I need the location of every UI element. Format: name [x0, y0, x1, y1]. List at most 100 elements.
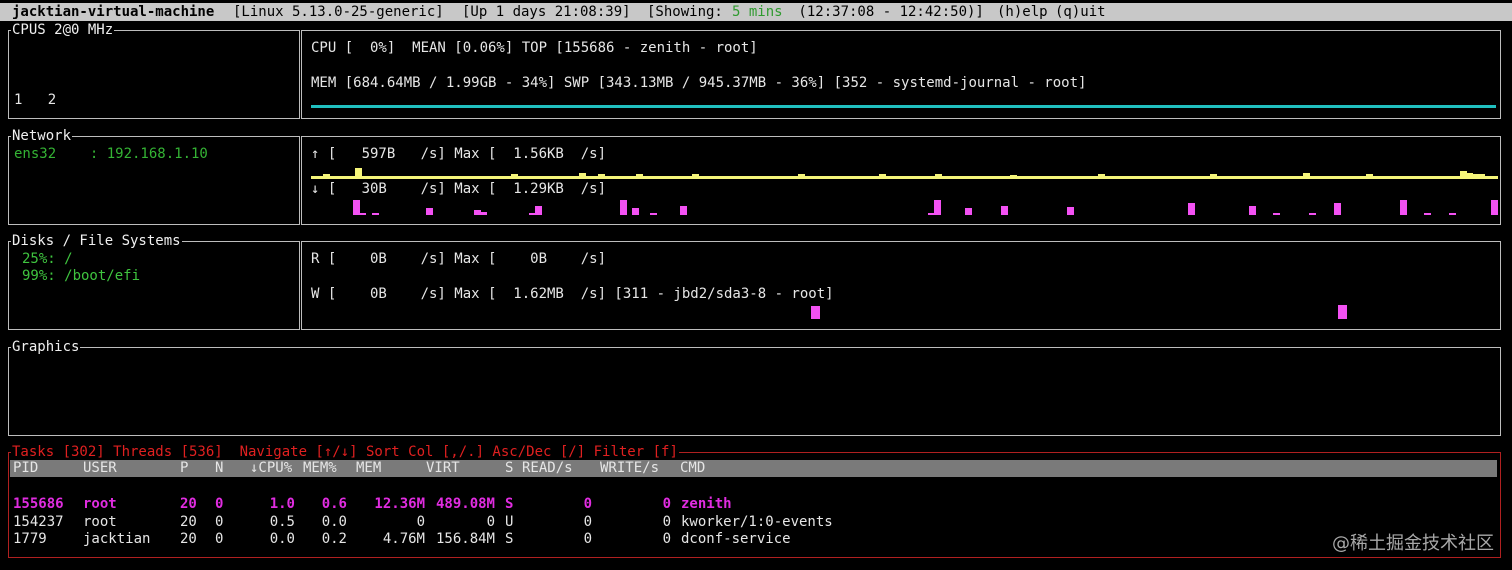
- process-cell[interactable]: S: [505, 496, 513, 513]
- process-cell[interactable]: dconf-service: [681, 531, 791, 548]
- process-cell[interactable]: 0: [584, 496, 592, 513]
- sparkline-bar: [1248, 206, 1256, 215]
- sparkline-bar: [1448, 213, 1456, 215]
- process-cell[interactable]: 155686: [13, 496, 64, 513]
- sparkline-bar: [1490, 200, 1498, 215]
- network-interface[interactable]: ens32 : 192.168.1.10: [14, 146, 208, 163]
- disk-write-spike: [1338, 305, 1347, 319]
- filesystem-root[interactable]: 25%: /: [22, 251, 73, 268]
- host-name: jacktian-virtual-machine: [12, 4, 215, 20]
- process-cell[interactable]: 0: [417, 514, 425, 531]
- network-title: Network: [11, 128, 73, 144]
- status-bar: jacktian-virtual-machine [Linux 5.13.0-2…: [0, 3, 1512, 21]
- column-header[interactable]: S: [505, 460, 513, 477]
- process-cell[interactable]: 0.0: [270, 531, 295, 548]
- process-cell[interactable]: 0.2: [322, 531, 347, 548]
- column-header[interactable]: CMD: [680, 460, 705, 477]
- disk-read-rate: R [ 0B /s] Max [ 0B /s]: [311, 251, 607, 267]
- tasks-title: Tasks [302] Threads [536] Navigate [↑/↓]…: [11, 444, 679, 460]
- process-cell[interactable]: 0: [215, 531, 223, 548]
- sparkline-bar: [1400, 200, 1408, 215]
- process-cell[interactable]: U: [505, 514, 513, 531]
- network-download-rate: ↓ [ 30B /s] Max [ 1.29KB /s]: [311, 181, 607, 197]
- watermark: @稀土掘金技术社区: [1332, 533, 1494, 554]
- column-header[interactable]: PID: [13, 460, 38, 477]
- process-cell[interactable]: jacktian: [83, 531, 150, 548]
- showing-window[interactable]: 5 mins: [732, 3, 783, 21]
- sparkline-bar: [1273, 213, 1281, 215]
- column-header[interactable]: WRITE/s: [600, 460, 659, 477]
- memory-usage-bar: [311, 105, 1496, 108]
- sparkline-bar: [964, 208, 972, 215]
- graphics-title: Graphics: [11, 339, 81, 355]
- sparkline-bar: [680, 206, 688, 215]
- column-header[interactable]: READ/s: [522, 460, 573, 477]
- sparkline-bar: [1067, 207, 1075, 215]
- sparkline-bar: [649, 213, 657, 215]
- sparkline-bar: [1000, 206, 1008, 215]
- process-cell[interactable]: 1779: [13, 531, 47, 548]
- process-cell[interactable]: root: [83, 514, 117, 531]
- sparkline-bar: [371, 213, 379, 215]
- showing-range: (12:37:08 - 12:42:50)]: [790, 4, 984, 20]
- quit-key[interactable]: (q)uit: [1055, 3, 1106, 21]
- column-header[interactable]: USER: [83, 460, 117, 477]
- cpu-summary: CPU [ 0%] MEAN [0.06%] TOP [155686 - zen…: [311, 40, 758, 56]
- showing-prefix: [Showing:: [647, 4, 732, 20]
- process-table-header: [10, 460, 1497, 477]
- process-cell[interactable]: 1.0: [270, 496, 295, 513]
- process-cell[interactable]: 154237: [13, 514, 64, 531]
- process-cell[interactable]: 20: [180, 531, 197, 548]
- process-cell[interactable]: 0: [215, 514, 223, 531]
- process-cell[interactable]: 0.5: [270, 514, 295, 531]
- kernel-version: [Linux 5.13.0-25-generic]: [233, 4, 444, 20]
- process-cell[interactable]: zenith: [681, 496, 732, 513]
- column-header[interactable]: MEM: [356, 460, 381, 477]
- sparkline-bar: [1309, 213, 1317, 215]
- process-cell[interactable]: 0: [584, 514, 592, 531]
- filesystem-boot-efi[interactable]: 99%: /boot/efi: [22, 268, 140, 285]
- process-cell[interactable]: 12.36M: [374, 496, 425, 513]
- disk-write-rate: W [ 0B /s] Max [ 1.62MB /s] [311 - jbd2/…: [311, 286, 834, 302]
- disks-title: Disks / File Systems: [11, 233, 182, 249]
- process-cell[interactable]: S: [505, 531, 513, 548]
- sparkline-bar: [631, 208, 639, 215]
- process-cell[interactable]: 20: [180, 496, 197, 513]
- upload-sparkline: [311, 162, 1498, 179]
- sparkline-bar: [1188, 203, 1196, 215]
- download-sparkline: [311, 198, 1498, 215]
- sparkline-bar: [534, 206, 542, 215]
- uptime: [Up 1 days 21:08:39]: [462, 4, 631, 20]
- column-header[interactable]: P: [180, 460, 188, 477]
- cpus-title: CPUS 2@0 MHz: [11, 22, 115, 38]
- process-cell[interactable]: 0: [215, 496, 223, 513]
- process-cell[interactable]: 20: [180, 514, 197, 531]
- help-key[interactable]: (h)elp: [997, 3, 1048, 21]
- column-header[interactable]: N: [215, 460, 223, 477]
- process-cell[interactable]: 156.84M: [436, 531, 495, 548]
- sparkline-bar: [934, 200, 942, 215]
- sparkline-bar: [425, 208, 433, 215]
- process-cell[interactable]: 0.0: [322, 514, 347, 531]
- sparkline-bar: [1490, 176, 1498, 179]
- sparkline-bar: [619, 200, 627, 215]
- sparkline-bar: [1424, 213, 1432, 215]
- process-cell[interactable]: 0: [663, 496, 671, 513]
- process-cell[interactable]: root: [83, 496, 117, 513]
- graphics-panel: [8, 347, 1501, 436]
- column-header[interactable]: MEM%: [303, 460, 337, 477]
- column-header[interactable]: ↓CPU%: [250, 460, 292, 477]
- network-upload-rate: ↑ [ 597B /s] Max [ 1.56KB /s]: [311, 146, 607, 162]
- cpu-core-labels: 1 2: [14, 92, 57, 108]
- process-cell[interactable]: 0.6: [322, 496, 347, 513]
- sparkline-bar: [1333, 203, 1341, 215]
- process-cell[interactable]: 0: [584, 531, 592, 548]
- process-cell[interactable]: kworker/1:0-events: [681, 514, 833, 531]
- process-cell[interactable]: 0: [663, 531, 671, 548]
- sparkline-bar: [359, 213, 367, 215]
- process-cell[interactable]: 489.08M: [436, 496, 495, 513]
- process-cell[interactable]: 0: [487, 514, 495, 531]
- column-header[interactable]: VIRT: [426, 460, 460, 477]
- process-cell[interactable]: 4.76M: [383, 531, 425, 548]
- process-cell[interactable]: 0: [663, 514, 671, 531]
